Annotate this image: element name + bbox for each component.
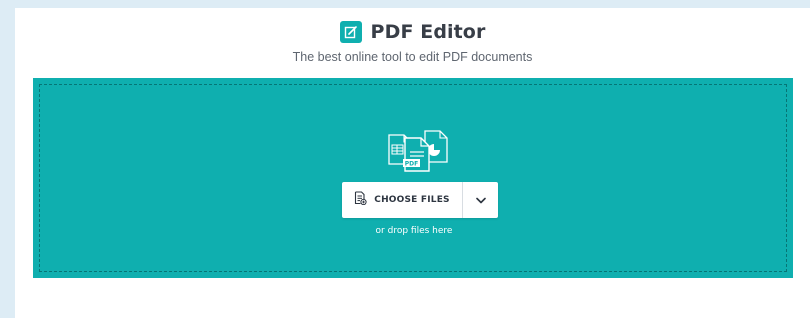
drop-files-hint: or drop files here <box>375 226 453 236</box>
svg-text:PDF: PDF <box>405 161 418 168</box>
upload-options-dropdown-button[interactable] <box>463 182 498 218</box>
file-dropzone[interactable]: PDF CHOOSE FILES or drop files here <box>33 78 793 278</box>
choose-files-button-group: CHOOSE FILES <box>342 182 498 218</box>
page-title: PDF Editor <box>370 21 486 43</box>
documents-illustration-icon: PDF <box>385 128 451 177</box>
chevron-down-icon <box>475 191 486 209</box>
choose-files-label: CHOOSE FILES <box>374 195 450 205</box>
choose-files-button[interactable]: CHOOSE FILES <box>342 182 462 218</box>
editor-panel: PDF Editor The best online tool to edit … <box>15 8 810 318</box>
add-file-icon <box>354 190 367 210</box>
dropzone-dashed-area[interactable]: PDF CHOOSE FILES or drop files here <box>39 84 787 272</box>
title-row: PDF Editor <box>15 19 810 45</box>
edit-document-icon <box>339 21 362 43</box>
page-header: PDF Editor The best online tool to edit … <box>15 19 810 64</box>
page-subtitle: The best online tool to edit PDF documen… <box>292 50 533 64</box>
